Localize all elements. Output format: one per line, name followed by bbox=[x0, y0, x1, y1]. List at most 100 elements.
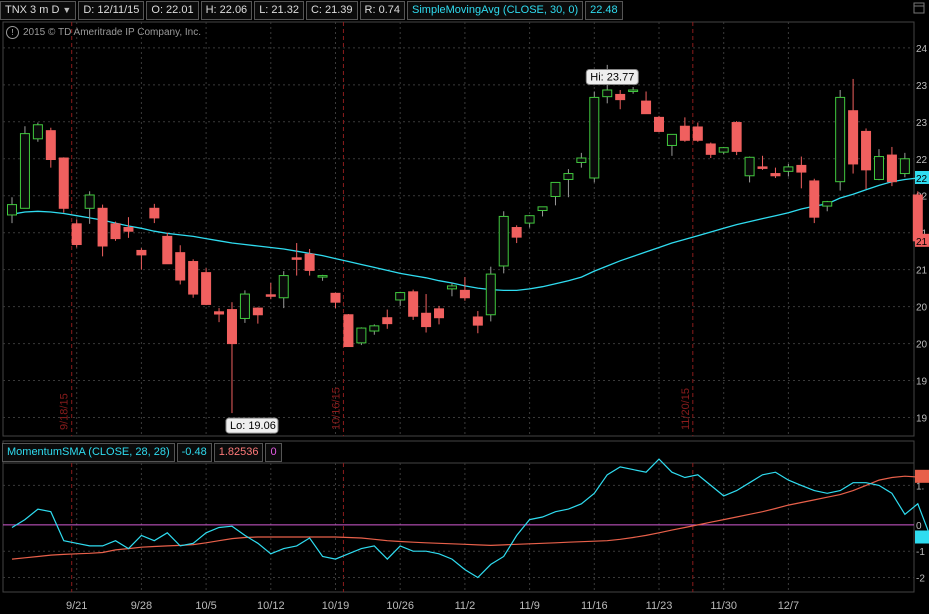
indicator-value-momentum: -0.48 bbox=[176, 442, 212, 462]
month-divider-label: 9/18/15 bbox=[59, 393, 71, 430]
candle-up bbox=[550, 181, 561, 197]
x-axis-label: 10/5 bbox=[195, 600, 216, 612]
candle-up bbox=[744, 156, 755, 177]
indicator-study-label[interactable]: MomentumSMA (CLOSE, 28, 28) bbox=[2, 442, 175, 462]
candle-down bbox=[382, 317, 393, 325]
candle-up bbox=[602, 89, 613, 98]
x-axis-label: 10/26 bbox=[386, 600, 414, 612]
indicator-y-tick-label: -1 bbox=[916, 547, 925, 558]
candle-up bbox=[369, 325, 380, 332]
indicator-panel-frame bbox=[2, 462, 915, 593]
indicator-y-tick-label: 0 bbox=[916, 521, 922, 532]
candle-down bbox=[705, 143, 716, 155]
candle-down bbox=[848, 110, 859, 165]
candle-up bbox=[498, 215, 509, 267]
price-chart-canvas[interactable]: 24 23 23 22 22 21 21 20 20 19 19 9/21 9/28 10/5 10/12 1… bbox=[0, 0, 929, 614]
candle-down bbox=[123, 227, 134, 232]
price-y-tick-label: 23 bbox=[916, 81, 928, 92]
candle-down bbox=[97, 207, 108, 247]
candle-up bbox=[446, 285, 457, 290]
candle-down bbox=[641, 100, 652, 115]
candle-up bbox=[589, 96, 600, 179]
sma-price-tag-label: 22 bbox=[916, 174, 928, 185]
price-y-tick-label: 24 bbox=[916, 44, 928, 55]
indicator-y-tick-label: -2 bbox=[916, 574, 925, 585]
candle-down bbox=[252, 307, 263, 316]
momentum-value-tag bbox=[915, 530, 929, 544]
candle-down bbox=[110, 223, 121, 240]
candle-up bbox=[32, 124, 43, 140]
signal-value-tag bbox=[915, 469, 929, 483]
x-axis-label: 9/28 bbox=[131, 600, 152, 612]
x-axis-label: 11/2 bbox=[455, 600, 476, 612]
lo-annotation: Lo: 19.06 bbox=[230, 420, 276, 432]
price-y-tick-label: 19 bbox=[916, 377, 928, 388]
x-axis-label: 12/7 bbox=[778, 600, 799, 612]
candle-down bbox=[731, 122, 742, 152]
x-axis-label: 9/21 bbox=[66, 600, 87, 612]
candle-up bbox=[485, 273, 496, 316]
candle-down bbox=[692, 126, 703, 141]
candle-up bbox=[563, 173, 574, 180]
candle-down bbox=[886, 154, 897, 183]
candle-up bbox=[628, 89, 639, 93]
x-axis-label: 11/9 bbox=[519, 600, 540, 612]
candle-up bbox=[576, 157, 587, 163]
candle-up bbox=[356, 327, 367, 344]
candle-down bbox=[796, 164, 807, 173]
month-divider-label: 11/20/15 bbox=[680, 388, 692, 430]
candle-down bbox=[343, 314, 354, 348]
candle-up bbox=[278, 275, 289, 299]
indicator-value-signal: 1.82536 bbox=[213, 442, 264, 462]
candle-up bbox=[19, 133, 30, 209]
indicator-header: MomentumSMA (CLOSE, 28, 28) -0.48 1.8253… bbox=[2, 442, 284, 462]
candle-down bbox=[511, 227, 522, 238]
candle-up bbox=[84, 194, 95, 209]
month-divider-label: 10/16/15 bbox=[330, 387, 342, 430]
candle-down bbox=[265, 294, 276, 297]
candle-down bbox=[472, 316, 483, 326]
x-axis-label: 11/23 bbox=[646, 600, 673, 612]
momentum-line bbox=[11, 458, 929, 579]
candle-down bbox=[304, 253, 315, 271]
candle-down bbox=[654, 116, 664, 132]
candle-down bbox=[809, 180, 820, 218]
price-y-tick-label: 23 bbox=[916, 118, 928, 129]
candle-up bbox=[395, 292, 406, 301]
candle-down bbox=[175, 252, 186, 281]
candle-down bbox=[459, 289, 470, 299]
candle-down bbox=[45, 130, 56, 161]
candle-up bbox=[822, 201, 833, 207]
price-panel-frame bbox=[2, 21, 915, 437]
x-axis-label: 10/19 bbox=[322, 600, 350, 612]
x-axis-label: 11/16 bbox=[581, 600, 608, 612]
candle-up bbox=[537, 206, 548, 212]
candle-down bbox=[757, 166, 768, 169]
candle-down bbox=[770, 173, 781, 177]
candle-up bbox=[899, 158, 910, 175]
signal-line bbox=[11, 475, 929, 560]
candle-down bbox=[136, 249, 147, 256]
candle-down bbox=[162, 235, 173, 265]
candle-down bbox=[421, 312, 432, 328]
candle-down bbox=[188, 261, 199, 295]
candle-down bbox=[201, 272, 212, 305]
candle-up bbox=[835, 96, 846, 183]
candle-down bbox=[615, 93, 626, 101]
price-y-tick-label: 20 bbox=[916, 303, 928, 314]
indicator-y-tick-label: 1. bbox=[916, 481, 924, 492]
candle-up bbox=[239, 293, 250, 319]
candle-up bbox=[718, 147, 729, 153]
close-price-tag-label: 21 bbox=[916, 237, 928, 248]
candle-down bbox=[434, 308, 445, 319]
x-axis-label: 11/30 bbox=[710, 600, 737, 612]
candle-up bbox=[783, 166, 794, 172]
hi-annotation: Hi: 23.77 bbox=[590, 71, 634, 83]
candle-down bbox=[861, 130, 872, 171]
candle-up bbox=[7, 204, 17, 216]
candle-up bbox=[666, 133, 677, 146]
candle-down bbox=[679, 125, 690, 141]
candle-down bbox=[291, 257, 302, 260]
price-y-tick-label: 21 bbox=[916, 266, 928, 277]
price-y-tick-label: 22 bbox=[916, 155, 928, 166]
